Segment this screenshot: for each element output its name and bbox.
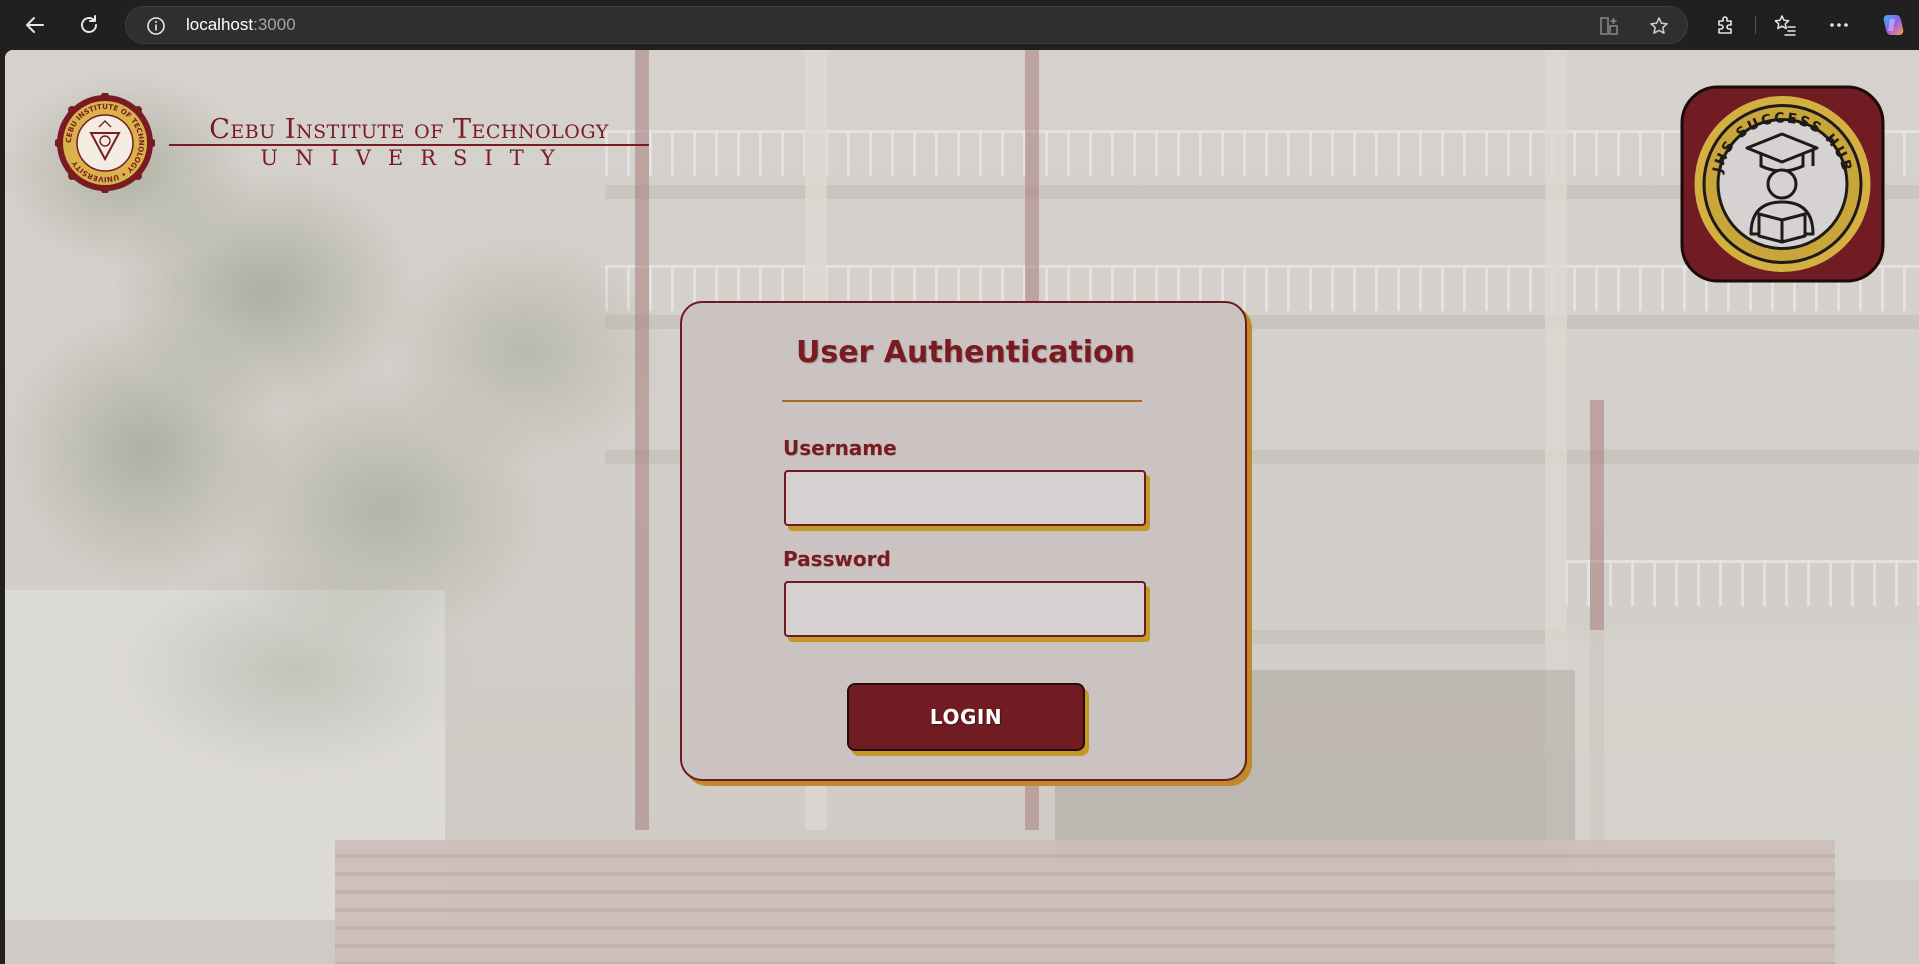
address-bar[interactable]: localhost:3000 [125, 6, 1688, 44]
university-wordmark: Cebu Institute of Technology UNIVERSITY [169, 116, 649, 170]
url-host: localhost [186, 15, 254, 34]
jhs-success-hub-logo: JHS SUCCESS HUB [1680, 85, 1885, 283]
extensions-button[interactable] [1712, 12, 1738, 38]
login-form: User Authentication Username Password LO… [680, 301, 1247, 781]
copilot-icon [1883, 15, 1904, 35]
refresh-button[interactable] [72, 8, 106, 42]
cit-seal-logo: CEBU INSTITUTE OF TECHNOLOGY • UNIVERSIT… [55, 93, 155, 193]
university-name: Cebu Institute of Technology [169, 116, 649, 146]
site-info-icon[interactable] [146, 16, 166, 36]
refresh-icon [81, 15, 97, 33]
more-options-button[interactable] [1826, 12, 1852, 38]
favorite-star-icon[interactable] [1649, 16, 1669, 36]
app-available-icon[interactable] [1599, 16, 1619, 36]
password-label: Password [783, 547, 891, 571]
back-arrow-icon [26, 17, 44, 33]
page-viewport: CEBU INSTITUTE OF TECHNOLOGY • UNIVERSIT… [5, 50, 1919, 964]
toolbar-divider [1755, 16, 1756, 34]
back-button[interactable] [18, 8, 52, 42]
login-title: User Authentication [795, 335, 1136, 370]
favorites-list-icon [1774, 15, 1796, 36]
favorites-button[interactable] [1772, 12, 1798, 38]
copilot-button[interactable] [1880, 12, 1906, 38]
username-input[interactable] [784, 470, 1146, 526]
url-port: :3000 [253, 15, 296, 34]
more-dots-icon [1830, 23, 1848, 27]
title-divider [782, 400, 1142, 402]
login-button[interactable]: LOGIN [847, 683, 1085, 751]
url-text[interactable]: localhost:3000 [186, 7, 296, 43]
university-subtitle: UNIVERSITY [260, 146, 572, 170]
browser-toolbar: localhost:3000 [0, 0, 1919, 50]
username-label: Username [783, 436, 897, 460]
puzzle-icon [1718, 16, 1732, 34]
password-input[interactable] [784, 581, 1146, 637]
